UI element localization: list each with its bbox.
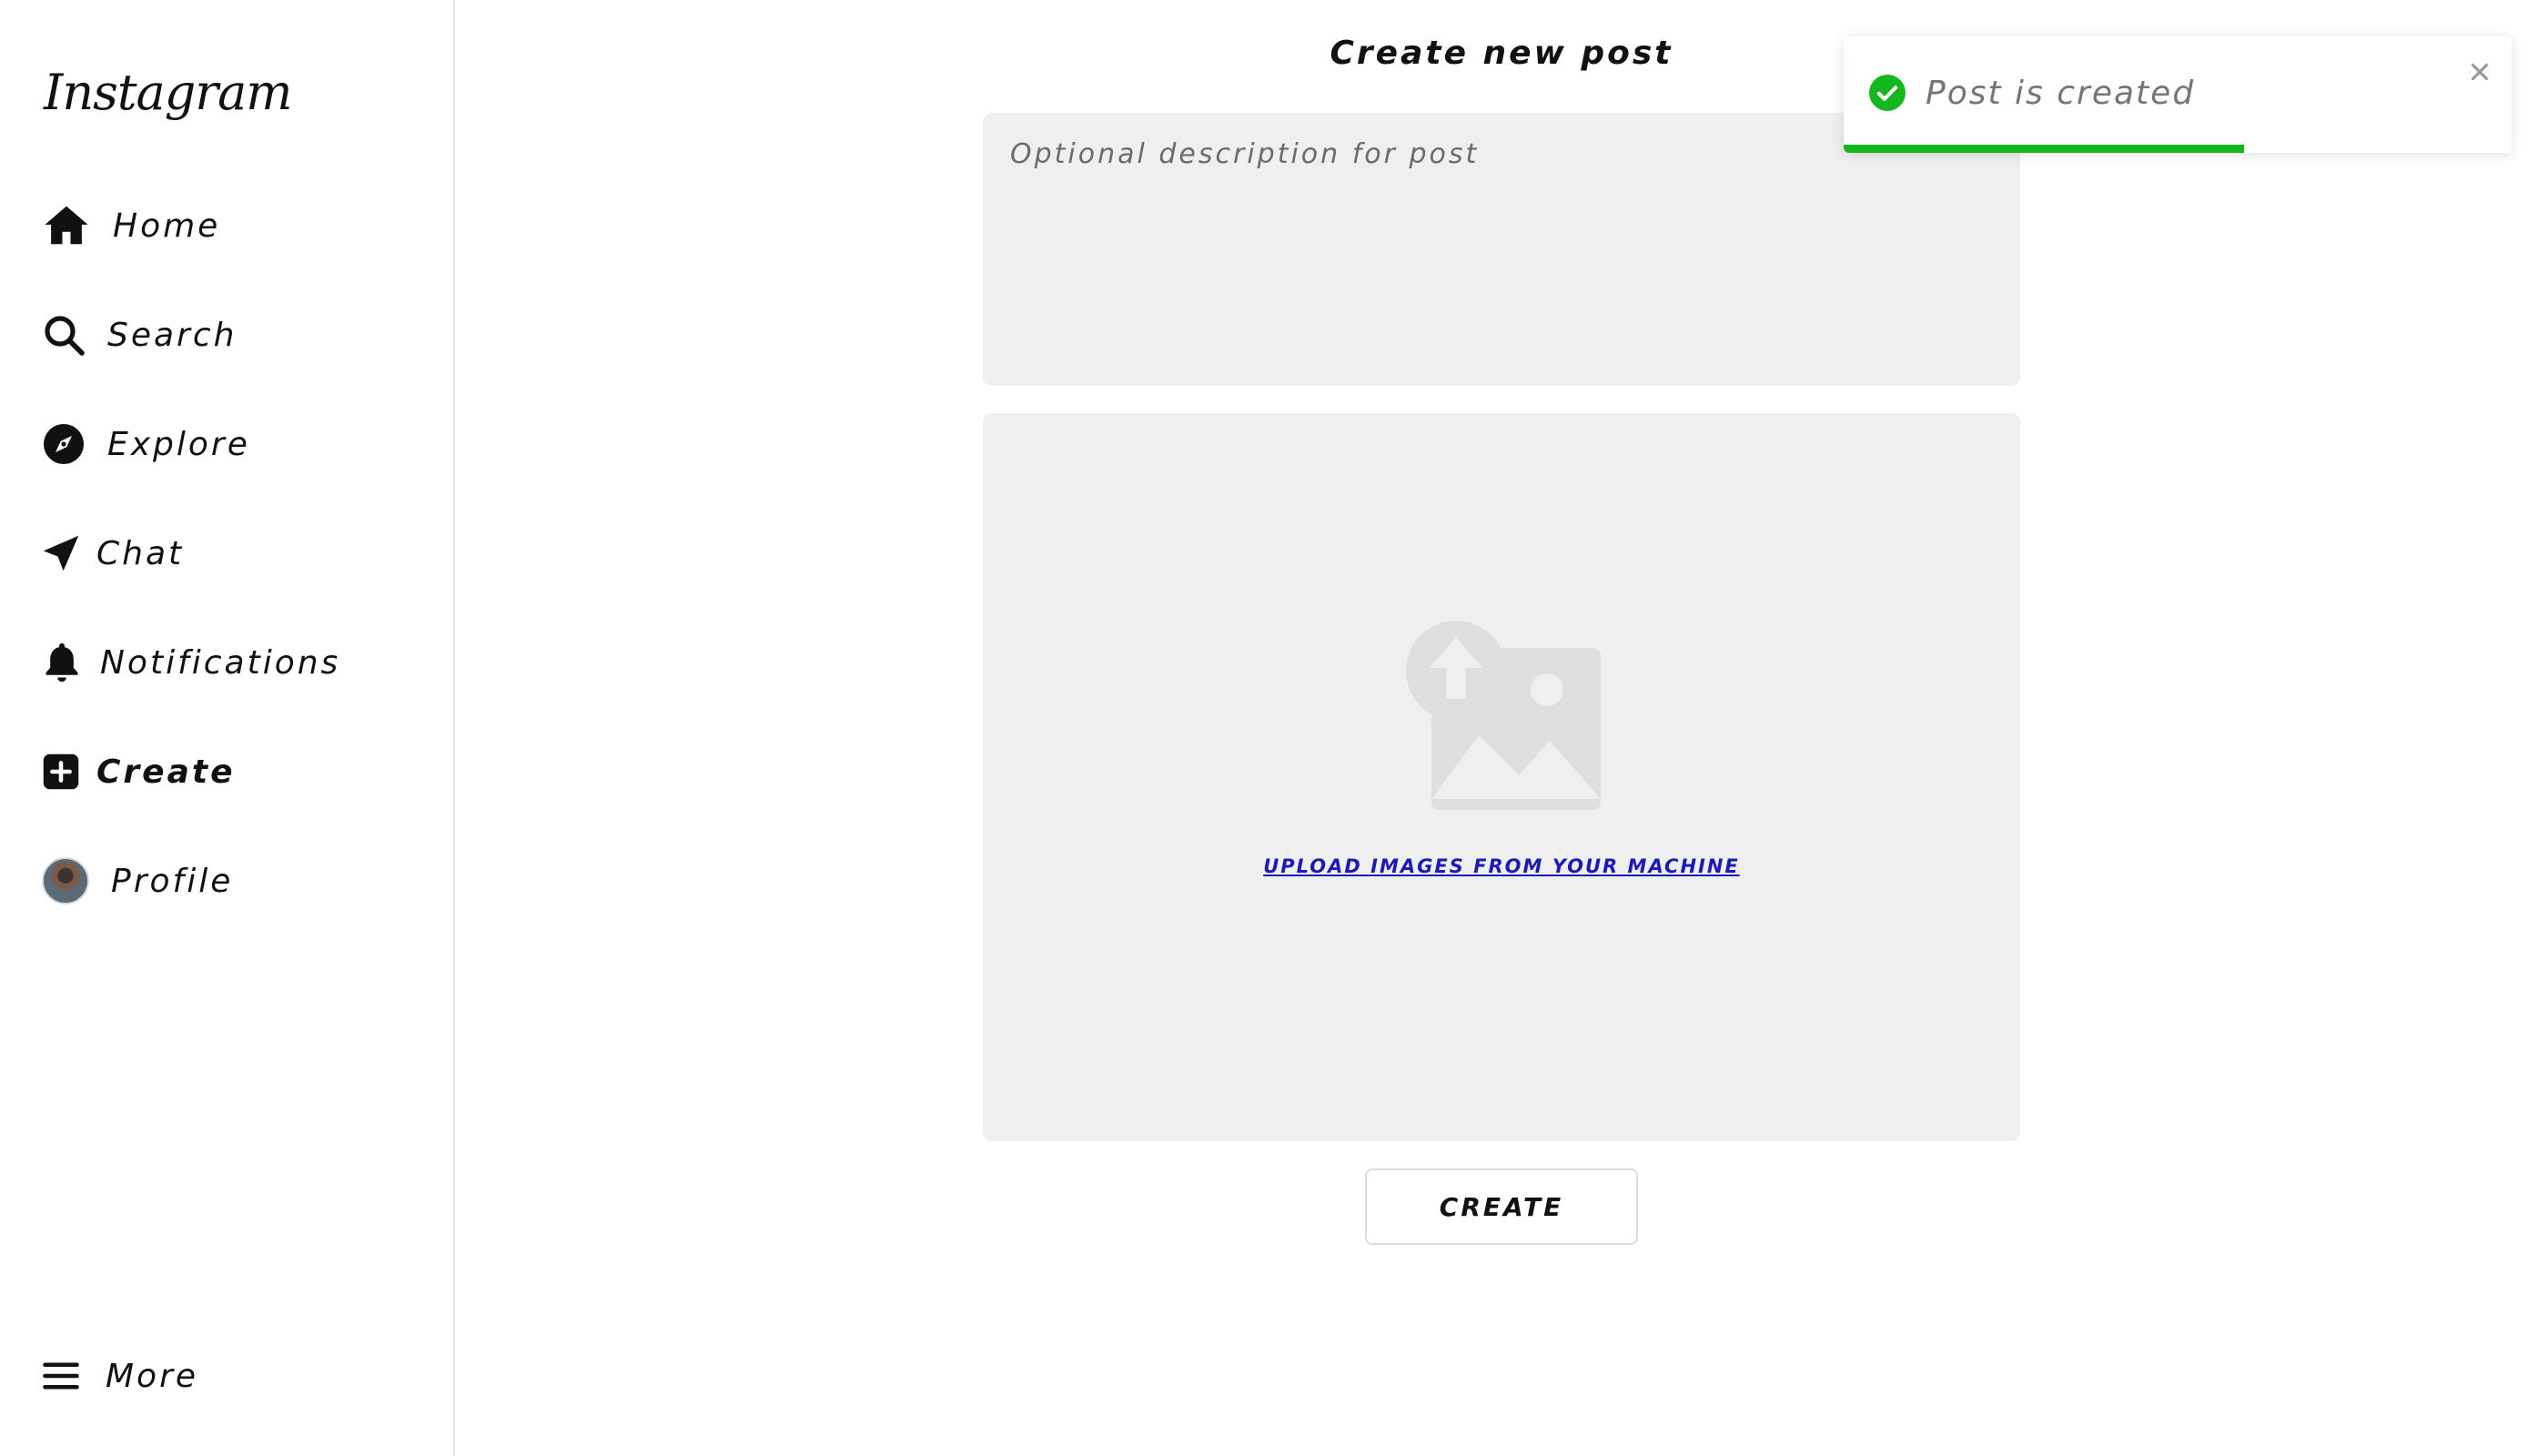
toast-message: Post is created [1926, 75, 2196, 112]
sidebar-item-profile[interactable]: Profile [42, 844, 233, 917]
upload-image-icon [1406, 621, 1601, 810]
search-icon [42, 309, 93, 360]
description-input[interactable] [1010, 138, 1993, 360]
plus-square-icon [42, 746, 84, 797]
sidebar-item-more[interactable]: More [42, 1340, 198, 1412]
sidebar-item-create[interactable]: Create [42, 735, 236, 808]
success-toast: Post is created [1844, 36, 2512, 153]
image-dropzone[interactable]: UPLOAD IMAGES FROM YOUR MACHINE [983, 413, 2020, 1141]
sidebar-item-label: Search [107, 316, 238, 354]
toast-progress-bar [1844, 145, 2245, 153]
sidebar: Instagram Home Search Explore Chat Notif… [0, 0, 455, 1456]
avatar [42, 855, 93, 906]
sidebar-item-chat[interactable]: Chat [42, 517, 184, 590]
profile-avatar [42, 857, 89, 905]
sidebar-item-explore[interactable]: Explore [42, 408, 250, 480]
compass-icon [42, 419, 93, 470]
sidebar-item-search[interactable]: Search [42, 298, 237, 371]
app-root: Instagram Home Search Explore Chat Notif… [0, 0, 2548, 1456]
sidebar-item-label: Explore [107, 425, 250, 463]
sidebar-item-label: Home [113, 207, 221, 245]
home-icon [42, 200, 93, 251]
sidebar-item-home[interactable]: Home [42, 189, 220, 262]
sidebar-item-label: Profile [111, 862, 234, 900]
sidebar-item-label: More [106, 1357, 199, 1395]
description-field[interactable] [983, 113, 2020, 386]
sidebar-item-label: Create [96, 753, 236, 791]
close-icon[interactable] [2466, 58, 2493, 86]
instagram-logo[interactable]: Instagram [44, 64, 292, 121]
sidebar-item-notifications[interactable]: Notifications [42, 626, 340, 699]
check-circle-icon [1869, 75, 1906, 111]
bell-icon [42, 637, 86, 688]
upload-images-link[interactable]: UPLOAD IMAGES FROM YOUR MACHINE [983, 855, 2020, 877]
sidebar-item-label: Notifications [100, 643, 341, 682]
send-icon [42, 528, 84, 579]
menu-icon [42, 1350, 87, 1401]
sidebar-item-label: Chat [96, 534, 185, 572]
create-button[interactable]: CREATE [1365, 1168, 1638, 1245]
